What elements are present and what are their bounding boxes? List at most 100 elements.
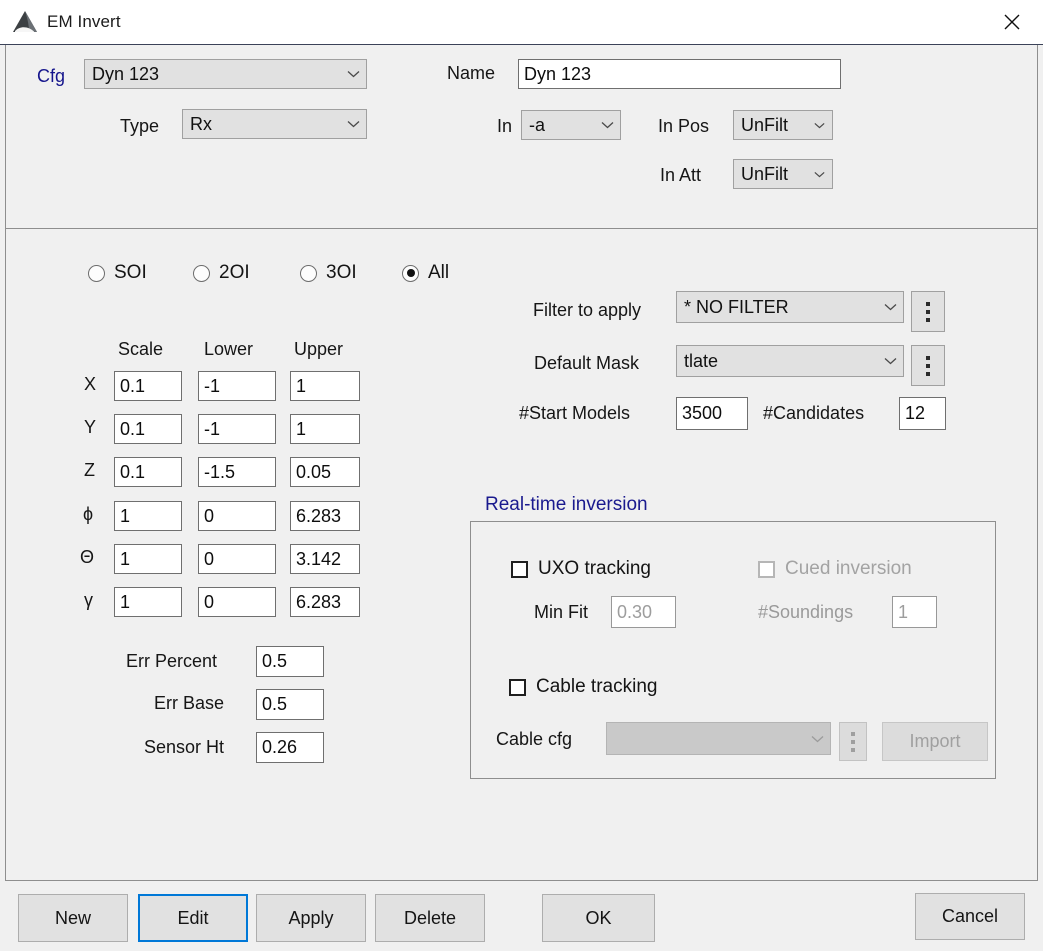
- in-pos-dropdown[interactable]: UnFilt: [733, 110, 833, 140]
- radio-indicator-selected: [402, 264, 419, 282]
- dot-icon: [851, 739, 855, 744]
- dot-icon: [926, 371, 930, 376]
- dot-icon: [926, 317, 930, 322]
- chevron-down-icon: [340, 120, 366, 128]
- import-button: Import: [882, 722, 988, 761]
- start-models-label: #Start Models: [519, 403, 631, 423]
- cable-tracking-checkbox[interactable]: Cable tracking: [509, 676, 657, 698]
- err-percent-input[interactable]: 0.5: [256, 646, 324, 677]
- cfg-dropdown[interactable]: Dyn 123: [84, 59, 367, 89]
- sensor-ht-input[interactable]: 0.26: [256, 732, 324, 763]
- filter-options-button[interactable]: [911, 291, 945, 332]
- title-bar: EM Invert: [0, 0, 1043, 45]
- in-dropdown[interactable]: -a: [521, 110, 621, 140]
- param-phi-scale-input[interactable]: 1: [114, 501, 182, 531]
- radio-soi-label: SOI: [114, 262, 147, 283]
- param-row-label-x: X: [84, 374, 97, 394]
- type-dropdown[interactable]: Rx: [182, 109, 367, 139]
- filter-to-apply-value: * NO FILTER: [684, 296, 789, 317]
- err-percent-label: Err Percent: [126, 651, 218, 671]
- radio-3oi[interactable]: 3OI: [300, 262, 357, 284]
- radio-2oi-label: 2OI: [219, 262, 250, 283]
- param-z-upper-input[interactable]: 0.05: [290, 457, 360, 487]
- min-fit-label: Min Fit: [534, 602, 588, 622]
- in-att-dropdown[interactable]: UnFilt: [733, 159, 833, 189]
- uxo-tracking-label: UXO tracking: [538, 558, 651, 579]
- checkbox-indicator: [509, 678, 526, 696]
- cued-inversion-label: Cued inversion: [785, 558, 912, 579]
- err-base-input[interactable]: 0.5: [256, 689, 324, 720]
- soundings-input: 1: [892, 596, 937, 628]
- radio-all[interactable]: All: [402, 262, 449, 284]
- param-theta-scale-input[interactable]: 1: [114, 544, 182, 574]
- mountain-triangle-icon: [12, 10, 38, 34]
- cable-cfg-label: Cable cfg: [496, 729, 573, 749]
- in-pos-dropdown-value: UnFilt: [741, 114, 789, 135]
- radio-soi[interactable]: SOI: [88, 262, 147, 284]
- radio-2oi[interactable]: 2OI: [193, 262, 250, 284]
- close-button[interactable]: [981, 0, 1043, 44]
- em-invert-dialog: EM Invert Cfg Dyn 123 Type Rx Name Dyn 1…: [0, 0, 1043, 951]
- candidates-input[interactable]: 12: [899, 397, 946, 430]
- param-z-lower-input[interactable]: -1.5: [198, 457, 276, 487]
- cued-inversion-checkbox: Cued inversion: [758, 558, 912, 580]
- uxo-tracking-checkbox[interactable]: UXO tracking: [511, 558, 651, 580]
- radio-3oi-label: 3OI: [326, 262, 357, 283]
- name-input[interactable]: Dyn 123: [518, 59, 841, 89]
- delete-button[interactable]: Delete: [375, 894, 485, 942]
- param-x-lower-input[interactable]: -1: [198, 371, 276, 401]
- cfg-dropdown-value: Dyn 123: [92, 63, 160, 84]
- filter-to-apply-dropdown[interactable]: * NO FILTER: [676, 291, 904, 323]
- param-row-label-z: Z: [84, 460, 95, 480]
- param-x-scale-input[interactable]: 0.1: [114, 371, 182, 401]
- chevron-down-icon: [340, 70, 366, 78]
- radio-all-label: All: [428, 262, 450, 283]
- err-base-label: Err Base: [154, 693, 225, 713]
- param-y-upper-input[interactable]: 1: [290, 414, 360, 444]
- chevron-down-icon: [877, 357, 903, 365]
- dot-icon: [926, 301, 930, 306]
- radio-indicator: [300, 264, 317, 282]
- param-theta-upper-input[interactable]: 3.142: [290, 544, 360, 574]
- cancel-button[interactable]: Cancel: [915, 893, 1025, 940]
- dot-icon: [851, 747, 855, 752]
- param-row-label-theta: Θ: [80, 547, 95, 567]
- ok-button[interactable]: OK: [542, 894, 655, 942]
- default-mask-dropdown[interactable]: tlate: [676, 345, 904, 377]
- col-header-upper: Upper: [294, 339, 344, 359]
- in-label: In: [497, 116, 513, 136]
- cable-cfg-dropdown: [606, 722, 831, 755]
- chevron-down-icon: [806, 171, 832, 178]
- chevron-down-icon: [594, 121, 620, 129]
- param-row-label-y: Y: [84, 417, 97, 437]
- param-phi-upper-input[interactable]: 6.283: [290, 501, 360, 531]
- param-gamma-scale-input[interactable]: 1: [114, 587, 182, 617]
- default-mask-options-button[interactable]: [911, 345, 945, 386]
- param-x-upper-input[interactable]: 1: [290, 371, 360, 401]
- new-button[interactable]: New: [18, 894, 128, 942]
- param-phi-lower-input[interactable]: 0: [198, 501, 276, 531]
- footer-bar: New Edit Apply Delete OK Cancel: [0, 881, 1043, 951]
- realtime-inversion-title: Real-time inversion: [485, 494, 648, 515]
- default-mask-value: tlate: [684, 350, 719, 371]
- apply-button[interactable]: Apply: [256, 894, 366, 942]
- checkbox-indicator: [511, 560, 528, 578]
- in-dropdown-value: -a: [529, 114, 546, 135]
- param-z-scale-input[interactable]: 0.1: [114, 457, 182, 487]
- start-models-input[interactable]: 3500: [676, 397, 748, 430]
- param-gamma-lower-input[interactable]: 0: [198, 587, 276, 617]
- min-fit-input[interactable]: 0.30: [611, 596, 676, 628]
- sensor-ht-label: Sensor Ht: [144, 737, 225, 757]
- edit-button[interactable]: Edit: [138, 894, 248, 942]
- param-y-scale-input[interactable]: 0.1: [114, 414, 182, 444]
- main-panel: SOI 2OI 3OI All Scale Lower Upper X 0.1 …: [5, 229, 1038, 880]
- chevron-down-icon: [806, 122, 832, 129]
- in-pos-label: In Pos: [658, 116, 710, 136]
- chevron-down-icon: [877, 303, 903, 311]
- config-panel: Cfg Dyn 123 Type Rx Name Dyn 123 In -a I…: [5, 45, 1038, 229]
- param-gamma-upper-input[interactable]: 6.283: [290, 587, 360, 617]
- cfg-label: Cfg: [37, 66, 66, 86]
- in-att-label: In Att: [660, 165, 702, 185]
- param-y-lower-input[interactable]: -1: [198, 414, 276, 444]
- param-theta-lower-input[interactable]: 0: [198, 544, 276, 574]
